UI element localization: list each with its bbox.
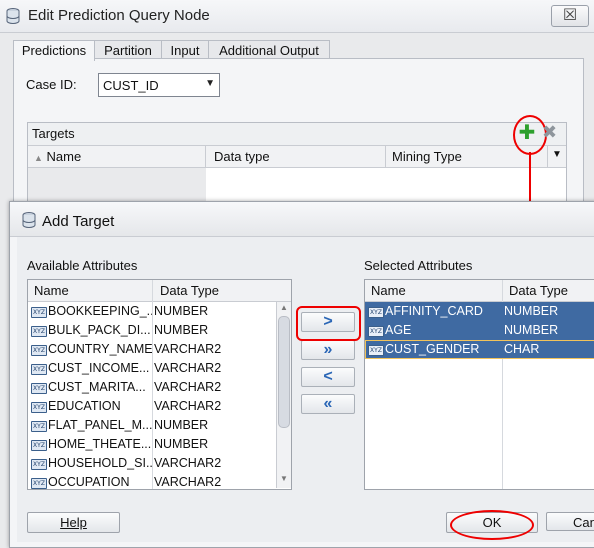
table-row[interactable]: XYZ FLAT_PANEL_M... NUMBER xyxy=(28,416,276,435)
move-all-left-button[interactable]: « xyxy=(301,394,355,414)
table-row[interactable]: XYZ AGE NUMBER xyxy=(365,321,594,340)
highlight-box xyxy=(296,306,361,341)
attribute-type: VARCHAR2 xyxy=(154,456,222,470)
table-row[interactable]: XYZ CUST_MARITA... VARCHAR2 xyxy=(28,378,276,397)
attribute-name: OCCUPATION xyxy=(48,475,130,489)
inner-title-bar: Add Target xyxy=(10,202,594,237)
outer-title-bar: Edit Prediction Query Node ☒ xyxy=(0,0,594,33)
table-row[interactable]: XYZ BULK_PACK_DI... NUMBER xyxy=(28,321,276,340)
available-table-header: Name Data Type xyxy=(28,280,291,302)
selected-table-header: Name Data Type xyxy=(365,280,594,302)
string-type-icon: XYZ xyxy=(368,345,384,356)
column-name[interactable]: ▲ Name xyxy=(28,146,206,167)
column-data-type[interactable]: Data type xyxy=(206,146,386,167)
string-type-icon: XYZ xyxy=(31,326,47,337)
string-type-icon: XYZ xyxy=(31,478,47,489)
attribute-type: NUMBER xyxy=(154,304,209,318)
string-type-icon: XYZ xyxy=(368,307,384,318)
outer-title: Edit Prediction Query Node xyxy=(28,7,210,24)
attribute-type: NUMBER xyxy=(504,304,559,318)
tab-additional-output[interactable]: Additional Output xyxy=(208,40,330,60)
move-selected-left-button[interactable]: < xyxy=(301,367,355,387)
attribute-name: HOME_THEATE... xyxy=(48,437,152,451)
database-icon xyxy=(22,212,36,228)
attribute-type: CHAR xyxy=(504,342,540,356)
table-row[interactable]: XYZ OCCUPATION VARCHAR2 xyxy=(28,473,276,489)
targets-header: Targets xyxy=(28,123,566,146)
attribute-name: BULK_PACK_DI... xyxy=(48,323,151,337)
inner-title: Add Target xyxy=(42,213,115,230)
table-row[interactable]: XYZ COUNTRY_NAME VARCHAR2 xyxy=(28,340,276,359)
close-button[interactable]: ☒ xyxy=(551,5,589,27)
attribute-name: AFFINITY_CARD xyxy=(385,304,483,318)
table-row[interactable]: XYZ HOUSEHOLD_SI... VARCHAR2 xyxy=(28,454,276,473)
attribute-type: NUMBER xyxy=(504,323,559,337)
attribute-name: CUST_MARITA... xyxy=(48,380,146,394)
column-data-type[interactable]: Data Type xyxy=(509,283,568,298)
close-icon: ☒ xyxy=(562,7,578,24)
cancel-button[interactable]: Can xyxy=(546,512,594,531)
column-name[interactable]: Name xyxy=(34,283,69,298)
targets-column-header: ▲ Name Data type Mining Type ▼ xyxy=(28,146,566,168)
attribute-name: HOUSEHOLD_SI... xyxy=(48,456,152,470)
string-type-icon: XYZ xyxy=(31,307,47,318)
attribute-name: BOOKKEEPING_... xyxy=(48,304,152,318)
string-type-icon: XYZ xyxy=(31,364,47,375)
attribute-type: NUMBER xyxy=(154,418,209,432)
scroll-thumb[interactable] xyxy=(278,316,290,428)
table-row[interactable]: XYZ AFFINITY_CARD NUMBER xyxy=(365,302,594,321)
targets-table: Targets ▲ Name Data type Mining Type ▼ xyxy=(27,122,567,210)
table-row[interactable]: XYZ EDUCATION VARCHAR2 xyxy=(28,397,276,416)
table-row[interactable]: XYZ CUST_INCOME... VARCHAR2 xyxy=(28,359,276,378)
string-type-icon: XYZ xyxy=(31,459,47,470)
sort-ascending-icon: ▲ xyxy=(34,153,43,163)
column-menu-icon[interactable]: ▼ xyxy=(552,149,562,160)
scroll-down-icon[interactable]: ▼ xyxy=(280,474,288,483)
available-attributes-table: Name Data Type XYZ BOOKKEEPING_... NUMBER X… xyxy=(27,279,292,490)
string-type-icon: XYZ xyxy=(31,383,47,394)
available-scrollbar[interactable]: ▲ ▼ xyxy=(276,302,291,488)
attribute-type: VARCHAR2 xyxy=(154,399,222,413)
highlight-circle xyxy=(450,510,534,540)
string-type-icon: XYZ xyxy=(31,440,47,451)
attribute-name: CUST_GENDER xyxy=(385,342,480,356)
database-icon xyxy=(6,8,20,24)
tab-partition[interactable]: Partition xyxy=(94,40,162,60)
chevron-down-icon: ▼ xyxy=(205,78,215,89)
available-attributes-label: Available Attributes xyxy=(27,258,138,273)
targets-label: Targets xyxy=(32,126,75,141)
attribute-name: AGE xyxy=(385,323,412,337)
scroll-up-icon[interactable]: ▲ xyxy=(280,303,288,312)
attribute-name: EDUCATION xyxy=(48,399,121,413)
attribute-type: VARCHAR2 xyxy=(154,475,222,489)
tab-predictions[interactable]: Predictions xyxy=(13,40,95,61)
column-name[interactable]: Name xyxy=(371,283,406,298)
attribute-name: FLAT_PANEL_M... xyxy=(48,418,152,432)
move-all-right-button[interactable]: » xyxy=(301,340,355,360)
attribute-type: VARCHAR2 xyxy=(154,380,222,394)
attribute-name: COUNTRY_NAME xyxy=(48,342,152,356)
attribute-type: NUMBER xyxy=(154,437,209,451)
table-row[interactable]: XYZ CUST_GENDER CHAR xyxy=(365,340,594,359)
attribute-type: NUMBER xyxy=(154,323,209,337)
selected-attributes-label: Selected Attributes xyxy=(364,258,473,273)
tab-input[interactable]: Input xyxy=(161,40,209,60)
help-button[interactable]: Help xyxy=(27,512,120,533)
string-type-icon: XYZ xyxy=(31,345,47,356)
attribute-type: VARCHAR2 xyxy=(154,342,222,356)
case-id-select[interactable]: CUST_ID ▼ xyxy=(98,73,220,97)
table-row[interactable]: XYZ BOOKKEEPING_... NUMBER xyxy=(28,302,276,321)
case-id-label: Case ID: xyxy=(26,77,77,92)
attribute-name: CUST_INCOME... xyxy=(48,361,150,375)
remove-target-button[interactable]: ✖ xyxy=(542,123,560,141)
column-data-type[interactable]: Data Type xyxy=(160,283,219,298)
string-type-icon: XYZ xyxy=(31,421,47,432)
case-id-value: CUST_ID xyxy=(103,78,159,93)
attribute-type: VARCHAR2 xyxy=(154,361,222,375)
selected-attributes-table: Name Data Type XYZ AFFINITY_CARD NUMBER XYZ… xyxy=(364,279,594,490)
table-row[interactable]: XYZ HOME_THEATE... NUMBER xyxy=(28,435,276,454)
delete-icon: ✖ xyxy=(542,122,558,142)
string-type-icon: XYZ xyxy=(31,402,47,413)
string-type-icon: XYZ xyxy=(368,326,384,337)
